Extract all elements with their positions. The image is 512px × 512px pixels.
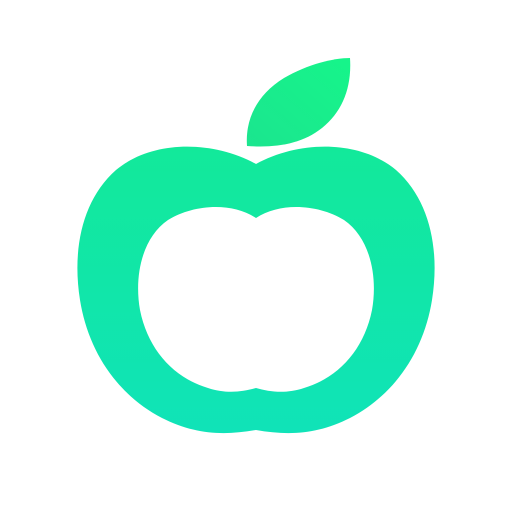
apple-body [77, 146, 435, 434]
app-icon-canvas [0, 0, 512, 512]
apple-icon [77, 58, 435, 434]
apple-leaf [246, 58, 351, 147]
